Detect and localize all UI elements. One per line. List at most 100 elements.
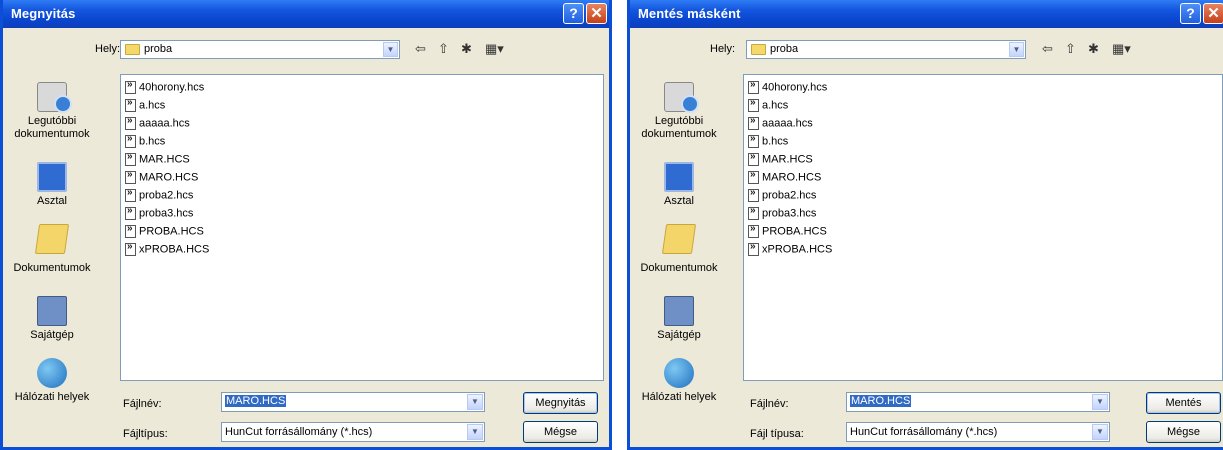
place-recent[interactable]: Legutóbbi dokumentumok xyxy=(636,82,722,141)
list-item[interactable]: xPROBA.HCS xyxy=(748,241,832,259)
title-bar: Mentés másként ? ✕ xyxy=(630,0,1223,28)
list-item[interactable]: proba3.hcs xyxy=(125,205,194,223)
cancel-button[interactable]: Mégse xyxy=(523,421,598,443)
place-recent[interactable]: Legutóbbi dokumentumok xyxy=(9,82,95,141)
place-my-computer[interactable]: Sajátgép xyxy=(9,296,95,342)
recent-documents-icon xyxy=(37,82,72,113)
file-name: proba3.hcs xyxy=(139,207,194,220)
up-folder-icon[interactable]: ⇧ xyxy=(1065,41,1076,57)
new-folder-icon[interactable]: ✱ xyxy=(1088,41,1099,57)
list-item[interactable]: PROBA.HCS xyxy=(125,223,204,241)
list-item[interactable]: 40horony.hcs xyxy=(748,79,827,97)
my-computer-icon xyxy=(37,296,67,326)
filename-value: MARO.HCS xyxy=(225,395,287,407)
chevron-down-icon[interactable]: ▼ xyxy=(467,424,483,440)
hcs-file-icon xyxy=(125,205,136,220)
filetype-select[interactable]: HunCut forrásállomány (*.hcs) ▼ xyxy=(221,422,485,442)
filename-field[interactable]: MARO.HCS ▼ xyxy=(846,392,1110,412)
list-item[interactable]: proba2.hcs xyxy=(125,187,194,205)
hcs-file-icon xyxy=(125,115,136,130)
place-network[interactable]: Hálózati helyek xyxy=(636,358,722,404)
location-combo[interactable]: proba ▼ xyxy=(120,40,400,59)
location-value: proba xyxy=(144,43,173,55)
chevron-down-icon[interactable]: ▼ xyxy=(1092,424,1108,440)
chevron-down-icon[interactable]: ▼ xyxy=(1009,42,1024,57)
filetype-select[interactable]: HunCut forrásállomány (*.hcs) ▼ xyxy=(846,422,1110,442)
place-desktop[interactable]: Asztal xyxy=(9,162,95,208)
window-title: Megnyitás xyxy=(11,6,76,21)
file-name: a.hcs xyxy=(762,99,789,112)
file-list[interactable]: 40horony.hcs a.hcs aaaaa.hcs b.hcs MAR.H… xyxy=(743,74,1223,381)
list-item[interactable]: MARO.HCS xyxy=(748,169,822,187)
save-button[interactable]: Mentés xyxy=(1146,392,1221,414)
filename-label: Fájlnév: xyxy=(750,398,789,410)
file-name: 40horony.hcs xyxy=(139,81,205,94)
up-folder-icon[interactable]: ⇧ xyxy=(438,41,449,57)
cancel-button[interactable]: Mégse xyxy=(1146,421,1221,443)
view-menu-icon[interactable]: ▦▾ xyxy=(485,41,504,57)
desktop-icon xyxy=(37,162,67,192)
chevron-down-icon[interactable]: ▼ xyxy=(383,42,398,57)
place-label: Legutóbbi dokumentumok xyxy=(641,115,717,140)
list-item[interactable]: proba3.hcs xyxy=(748,205,816,223)
location-label: Hely: xyxy=(95,43,121,55)
hcs-file-icon xyxy=(748,97,759,112)
hcs-file-icon xyxy=(748,241,759,256)
list-item[interactable]: xPROBA.HCS xyxy=(125,241,209,259)
list-item[interactable]: PROBA.HCS xyxy=(748,223,827,241)
new-folder-icon[interactable]: ✱ xyxy=(461,41,472,57)
list-item[interactable]: b.hcs xyxy=(748,133,789,151)
list-item[interactable]: b.hcs xyxy=(125,133,165,151)
filename-label: Fájlnév: xyxy=(123,398,162,410)
place-documents[interactable]: Dokumentumok xyxy=(636,224,722,275)
open-button[interactable]: Megnyitás xyxy=(523,392,598,414)
file-name: PROBA.HCS xyxy=(139,225,204,238)
list-item[interactable]: MAR.HCS xyxy=(125,151,190,169)
file-name: MARO.HCS xyxy=(762,171,822,184)
place-label: Asztal xyxy=(664,195,694,207)
list-item[interactable]: aaaaa.hcs xyxy=(748,115,813,133)
hcs-file-icon xyxy=(748,151,759,166)
place-my-computer[interactable]: Sajátgép xyxy=(636,296,722,342)
filename-field[interactable]: MARO.HCS ▼ xyxy=(221,392,485,412)
window-title: Mentés másként xyxy=(638,6,741,21)
back-arrow-icon[interactable]: ⇦ xyxy=(415,41,426,57)
question-mark-icon[interactable]: ? xyxy=(1180,3,1201,24)
chevron-down-icon[interactable]: ▼ xyxy=(467,394,483,410)
place-desktop[interactable]: Asztal xyxy=(636,162,722,208)
documents-folder-icon xyxy=(34,224,70,254)
file-name: MAR.HCS xyxy=(139,153,190,166)
title-bar: Megnyitás ? ✕ xyxy=(3,0,609,28)
hcs-file-icon xyxy=(748,223,759,238)
place-network[interactable]: Hálózati helyek xyxy=(9,358,95,404)
back-arrow-icon[interactable]: ⇦ xyxy=(1042,41,1053,57)
close-x-icon[interactable]: ✕ xyxy=(1203,3,1223,24)
view-menu-icon[interactable]: ▦▾ xyxy=(1112,41,1131,57)
location-label: Hely: xyxy=(710,43,736,55)
filetype-label: Fájltípus: xyxy=(123,428,168,440)
place-label: Hálózati helyek xyxy=(14,391,90,403)
file-name: b.hcs xyxy=(762,135,789,148)
list-item[interactable]: proba2.hcs xyxy=(748,187,816,205)
list-item[interactable]: a.hcs xyxy=(125,97,166,115)
file-name: a.hcs xyxy=(139,99,166,112)
folder-icon xyxy=(751,43,766,55)
place-label: Dokumentumok xyxy=(640,262,718,274)
list-item[interactable]: MARO.HCS xyxy=(125,169,199,187)
chevron-down-icon[interactable]: ▼ xyxy=(1092,394,1108,410)
question-mark-icon[interactable]: ? xyxy=(563,3,584,24)
location-combo[interactable]: proba ▼ xyxy=(746,40,1026,59)
hcs-file-icon xyxy=(748,79,759,94)
network-places-icon xyxy=(664,358,694,388)
close-x-icon[interactable]: ✕ xyxy=(586,3,607,24)
list-item[interactable]: a.hcs xyxy=(748,97,789,115)
place-label: Sajátgép xyxy=(657,329,701,341)
list-item[interactable]: aaaaa.hcs xyxy=(125,115,190,133)
place-documents[interactable]: Dokumentumok xyxy=(9,224,95,275)
file-name: proba2.hcs xyxy=(139,189,194,202)
save-as-dialog: Mentés másként ? ✕ Hely: proba ▼ ⇦ ⇧ ✱ ▦… xyxy=(627,0,1223,450)
list-item[interactable]: MAR.HCS xyxy=(748,151,813,169)
file-list[interactable]: 40horony.hcs a.hcs aaaaa.hcs b.hcs MAR.H… xyxy=(120,74,604,381)
file-name: MARO.HCS xyxy=(139,171,199,184)
list-item[interactable]: 40horony.hcs xyxy=(125,79,205,97)
